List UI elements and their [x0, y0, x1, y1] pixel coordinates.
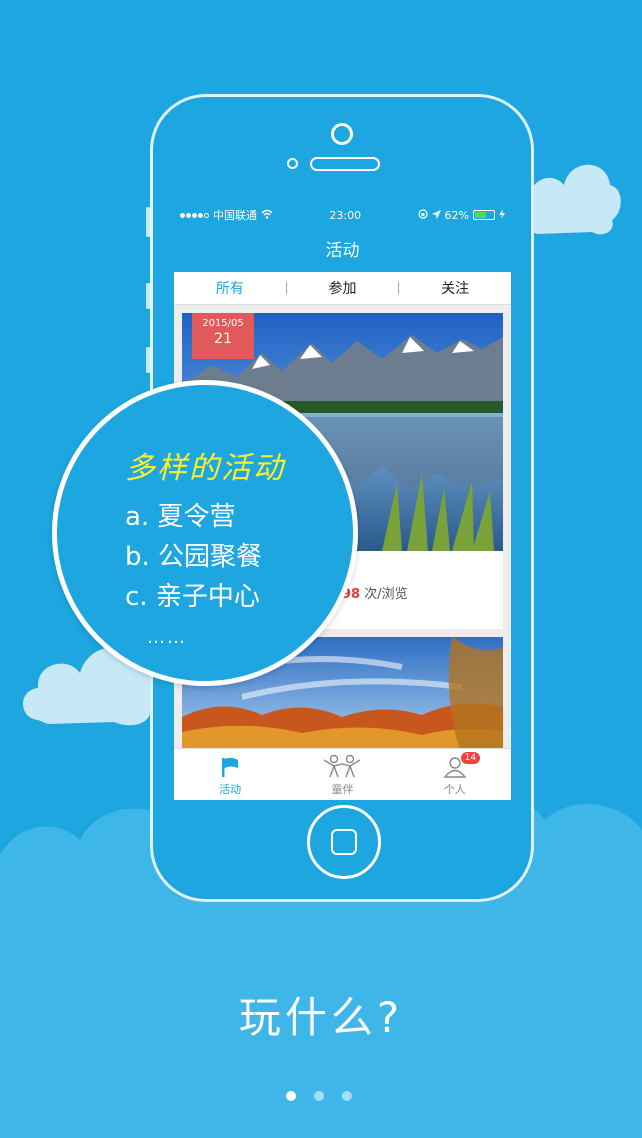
feature-item: c. 亲子中心: [125, 582, 260, 612]
feature-callout: 多样的活动 a. 夏令营 b. 公园聚餐 c. 亲子中心 ……: [52, 380, 358, 686]
tab-joined[interactable]: 参加: [287, 278, 399, 298]
date-month: 2015/05: [202, 318, 244, 329]
bottom-tab-profile[interactable]: 14 个人: [399, 749, 511, 800]
signal-icon: [180, 212, 209, 218]
slogan: 玩什么?: [238, 993, 404, 1042]
page-title: 活动: [325, 241, 360, 261]
tab-following[interactable]: 关注: [399, 278, 511, 298]
page-dot[interactable]: [314, 1091, 324, 1101]
front-camera-icon: [331, 123, 353, 145]
date-day: 21: [214, 331, 232, 347]
notification-badge: 14: [460, 752, 481, 764]
bottom-tab-label: 活动: [219, 783, 242, 796]
feature-title: 多样的活动: [125, 451, 285, 486]
sensor-dot: [287, 158, 298, 169]
bottom-tab-label: 童伴: [331, 783, 354, 796]
nav-bar: 活动: [174, 225, 511, 272]
bottom-tab-activities[interactable]: 活动: [174, 749, 286, 800]
home-square-icon: [331, 829, 357, 855]
clock: 23:00: [329, 208, 362, 222]
carrier-label: 中国联通: [213, 209, 257, 222]
feature-item: a. 夏令营: [125, 502, 236, 532]
battery-percent: 62%: [444, 208, 469, 222]
earpiece-speaker: [310, 157, 380, 171]
rotation-lock-icon: [417, 208, 428, 222]
mute-switch: [146, 207, 151, 237]
charging-icon: [499, 208, 505, 222]
bottom-tab-label: 个人: [443, 783, 466, 796]
page-dot[interactable]: [342, 1091, 352, 1101]
date-ribbon: 2015/05 21: [192, 313, 254, 359]
battery-icon: [473, 210, 495, 220]
feature-more: ……: [147, 627, 187, 648]
location-arrow-icon: [431, 209, 441, 222]
flag-icon: [219, 756, 241, 781]
bottom-tab-bar: 活动 童伴 14 个人: [174, 748, 511, 800]
feature-list: a. 夏令营 b. 公园聚餐 c. 亲子中心: [125, 497, 262, 617]
home-button[interactable]: [307, 805, 381, 879]
view-count: 98 次/浏览: [342, 583, 408, 602]
volume-down-button: [146, 347, 151, 373]
tab-all[interactable]: 所有: [174, 278, 286, 298]
status-bar: 中国联通 23:00 62%: [174, 205, 511, 225]
page-indicator: [286, 1091, 352, 1101]
volume-up-button: [146, 283, 151, 309]
wifi-icon: [261, 209, 273, 222]
page-dot-active[interactable]: [286, 1091, 296, 1101]
bottom-tab-friends[interactable]: 童伴: [286, 749, 398, 800]
filter-tabs: 所有 参加 关注: [174, 272, 511, 305]
friends-icon: [322, 754, 362, 781]
feature-item: b. 公园聚餐: [125, 542, 263, 572]
view-count-label: 次/浏览: [364, 587, 408, 602]
